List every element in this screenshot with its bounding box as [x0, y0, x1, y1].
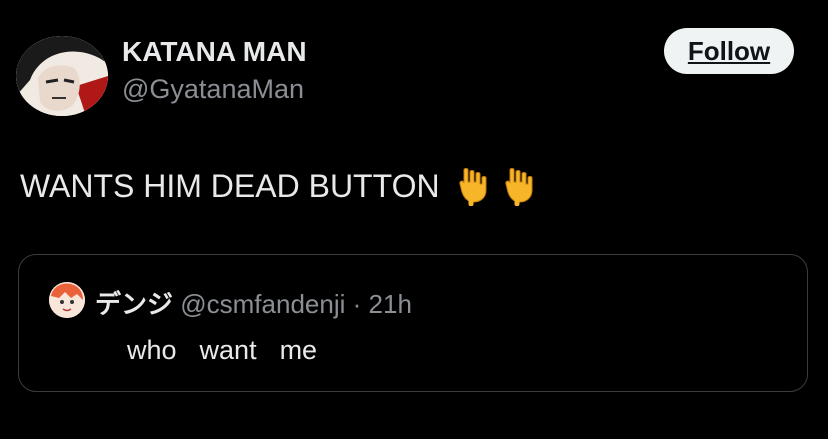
- pointing-down-emoji-icon: [502, 166, 536, 207]
- quoted-author-avatar: [49, 282, 85, 318]
- quoted-tweet-text: who want me: [127, 335, 318, 365]
- pointing-down-emoji-icon: [456, 166, 490, 207]
- tweet-body: WANTS HIM DEAD BUTTON: [20, 166, 536, 207]
- author-handle[interactable]: @GyatanaMan: [122, 74, 304, 105]
- quoted-tweet-meta: デンジ @csmfandenji · 21h: [95, 284, 412, 321]
- meta-separator: ·: [352, 289, 362, 319]
- author-avatar[interactable]: [16, 36, 108, 116]
- quoted-tweet-time: 21h: [368, 289, 412, 319]
- tweet-text: WANTS HIM DEAD BUTTON: [20, 167, 440, 204]
- author-display-name[interactable]: KATANA MAN: [122, 36, 307, 68]
- quoted-tweet-card[interactable]: デンジ @csmfandenji · 21h who want me: [18, 254, 808, 392]
- quoted-author-name: デンジ: [95, 289, 174, 319]
- quoted-author-handle: @csmfandenji: [180, 289, 346, 319]
- follow-button[interactable]: Follow: [664, 28, 794, 74]
